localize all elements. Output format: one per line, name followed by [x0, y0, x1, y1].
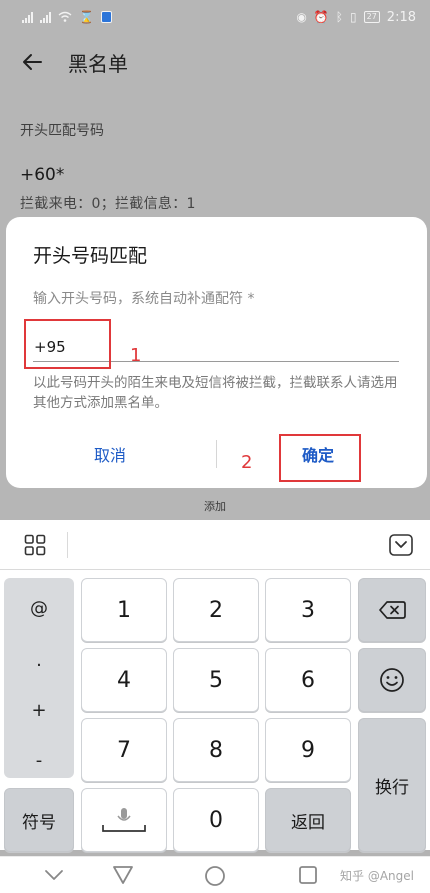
symbol-switch-key[interactable]: 符号 [4, 788, 74, 852]
vibrate-icon: ▯ [350, 10, 357, 24]
symbol-key-at[interactable]: @ [4, 598, 74, 619]
back-key[interactable]: 返回 [265, 788, 351, 852]
annotation-step-2: 2 [241, 452, 253, 473]
backspace-key[interactable] [358, 578, 426, 642]
annotation-box-confirm [279, 434, 361, 482]
symbol-key-minus[interactable]: - [4, 750, 74, 771]
dialog-description: 以此号码开头的陌生来电及短信将被拦截，拦截联系人请选用其他方式添加黑名单。 [33, 375, 398, 411]
dialog-title: 开头号码匹配 [33, 245, 148, 267]
key-7[interactable]: 7 [81, 718, 167, 782]
hide-keyboard-icon[interactable] [389, 534, 413, 556]
app-bar: 黑名单 [0, 38, 430, 86]
rule-number[interactable]: +60* [20, 165, 64, 185]
keyboard-toolbar [0, 520, 430, 570]
battery-indicator: 27 [363, 11, 380, 23]
back-triangle-icon[interactable] [112, 865, 134, 885]
bluetooth-icon: ᛒ [335, 10, 343, 24]
hourglass-icon: ⌛ [79, 10, 94, 24]
navigation-bar: 知乎 @Angel [0, 856, 430, 893]
status-bar: ⌛ ◉ ⏰ ᛒ ▯ 27 2:18 [0, 0, 430, 34]
dialog-hint: 输入开头号码，系统自动补通配符 * [33, 291, 255, 307]
numeric-keyboard: @ . + - 1 2 3 4 5 6 7 8 9 换行 符号 0 返回 [0, 570, 430, 852]
key-0[interactable]: 0 [173, 788, 259, 852]
watermark-text: 知乎 @Angel [340, 869, 414, 883]
annotation-step-1: 1 [130, 345, 142, 366]
page-title: 黑名单 [68, 51, 128, 76]
key-3[interactable]: 3 [265, 578, 351, 642]
clock: 2:18 [386, 9, 416, 25]
toolbar-divider [67, 532, 68, 558]
shield-app-icon [100, 11, 112, 23]
key-1[interactable]: 1 [81, 578, 167, 642]
key-2[interactable]: 2 [173, 578, 259, 642]
symbol-key-plus[interactable]: + [4, 700, 74, 721]
apps-grid-icon[interactable] [24, 534, 46, 556]
chevron-down-icon[interactable] [44, 869, 64, 881]
microphone-icon [102, 808, 146, 832]
rule-stats: 拦截来电：0；拦截信息：1 [20, 196, 196, 212]
wifi-icon [58, 11, 72, 24]
key-6[interactable]: 6 [265, 648, 351, 712]
cancel-button[interactable]: 取消 [94, 442, 126, 466]
signal-icon [40, 11, 51, 23]
signal-icon [22, 11, 33, 23]
enter-key[interactable]: 换行 [358, 718, 426, 852]
alarm-icon: ⏰ [313, 10, 329, 24]
key-8[interactable]: 8 [173, 718, 259, 782]
eye-icon: ◉ [296, 10, 307, 24]
emoji-icon [380, 668, 404, 692]
section-label: 开头匹配号码 [20, 123, 104, 139]
symbol-key-dot[interactable]: . [4, 650, 74, 671]
space-key[interactable] [81, 788, 167, 852]
back-arrow-icon[interactable] [20, 50, 44, 74]
home-circle-icon[interactable] [204, 865, 226, 887]
key-4[interactable]: 4 [81, 648, 167, 712]
key-9[interactable]: 9 [265, 718, 351, 782]
key-5[interactable]: 5 [173, 648, 259, 712]
backspace-icon [379, 601, 406, 619]
emoji-key[interactable] [358, 648, 426, 712]
add-button-label[interactable]: 添加 [0, 498, 430, 514]
button-divider [216, 440, 217, 468]
symbol-column: @ . + - [4, 578, 74, 778]
annotation-box-input [24, 319, 111, 369]
recents-square-icon[interactable] [298, 865, 318, 885]
